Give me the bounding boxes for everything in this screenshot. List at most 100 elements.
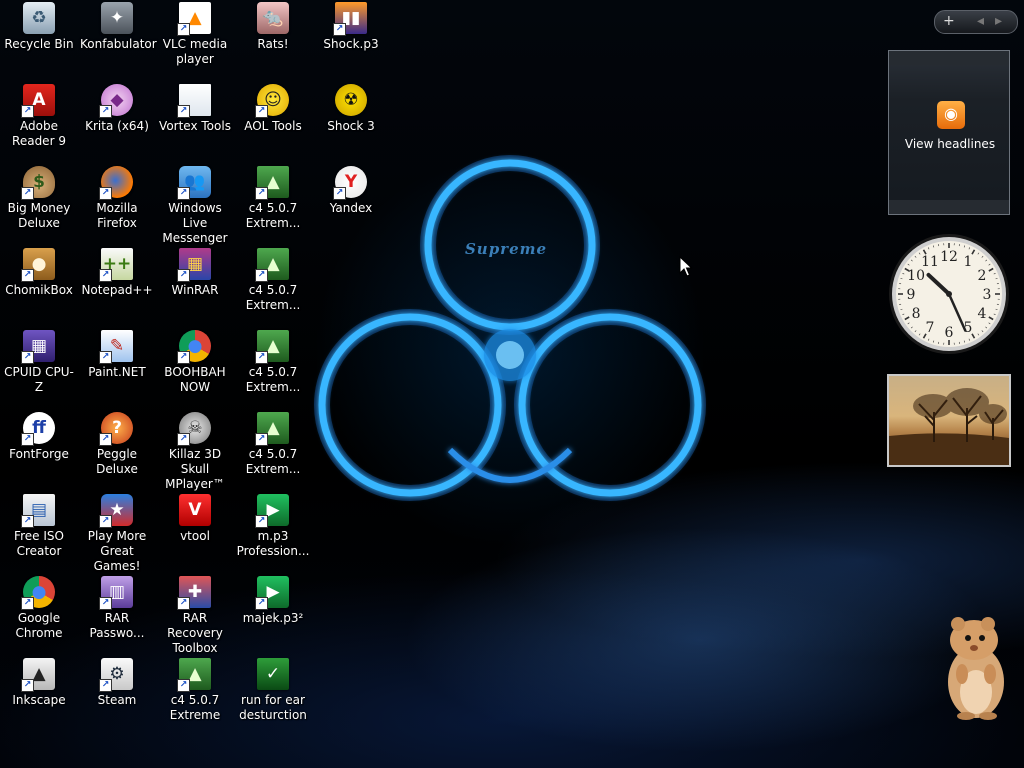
desktop-icon[interactable]: ▥ ↗ RAR Passwo...	[78, 576, 156, 641]
paint-net-icon: ✎ ↗	[99, 330, 133, 364]
desktop-icon[interactable]: ▦ ↗ CPUID CPU-Z	[0, 330, 78, 395]
shortcut-arrow-icon: ↗	[177, 433, 190, 446]
shortcut-arrow-icon: ↗	[177, 597, 190, 610]
desktop-icon[interactable]: ++ ↗ Notepad++	[78, 248, 156, 298]
clock-numeral: 3	[983, 287, 992, 303]
desktop-icon[interactable]: ✓ run for ear desturction	[234, 658, 312, 723]
desktop-icon-label: ChomikBox	[5, 283, 73, 297]
desktop-icon[interactable]: ▤ ↗ Free ISO Creator	[0, 494, 78, 559]
desktop-icon[interactable]: ◆ ↗ Krita (x64)	[78, 84, 156, 134]
desktop-icon-label: Windows Live Messenger	[162, 201, 228, 245]
desktop-icon[interactable]: ▲ ↗ c4 5.0.7 Extreme	[156, 658, 234, 723]
desktop-icon-label: c4 5.0.7 Extrem...	[245, 365, 301, 394]
desktop-icon-label: RAR Passwo...	[89, 611, 145, 640]
shortcut-arrow-icon: ↗	[21, 269, 34, 282]
slideshow-gadget[interactable]	[887, 374, 1011, 467]
feed-headlines-gadget[interactable]: ◉ View headlines	[888, 50, 1010, 215]
desktop-icon-label: Recycle Bin	[4, 37, 74, 51]
desktop-icon-label: WinRAR	[171, 283, 219, 297]
desktop-icon[interactable]: ● ↗ BOOHBAH NOW	[156, 330, 234, 395]
desktop-icon[interactable]: ▲ ↗ c4 5.0.7 Extrem...	[234, 166, 312, 231]
desktop-icon[interactable]: ▲ ↗ c4 5.0.7 Extrem...	[234, 248, 312, 313]
desktop-icon[interactable]: ↗ Mozilla Firefox	[78, 166, 156, 231]
desktop-icon[interactable]: ▲ ↗ Inkscape	[0, 658, 78, 708]
desktop-icon[interactable]: Y ↗ Yandex	[312, 166, 390, 216]
desktop-icon-label: AOL Tools	[244, 119, 302, 133]
desktop-icon[interactable]: ✚ ↗ RAR Recovery Toolbox	[156, 576, 234, 656]
desktop-icon-label: majek.p3²	[242, 611, 304, 625]
shock-p3-icon: ▮▮ ↗	[333, 2, 367, 36]
recycle-bin-icon: ♻	[23, 2, 55, 34]
desktop-icon-label: vtool	[180, 529, 210, 543]
aol-icon: ☺ ↗	[255, 84, 289, 118]
shortcut-arrow-icon: ↗	[21, 351, 34, 364]
next-gadget-page-button[interactable]: ▸	[995, 13, 1002, 29]
clock-numeral: 9	[907, 287, 916, 303]
radiation-icon: ☢	[335, 84, 367, 116]
desktop-icon-label: Killaz 3D Skull MPlayer™	[165, 447, 225, 491]
desktop-icon[interactable]: ⚙ ↗ Steam	[78, 658, 156, 708]
desktop-icon[interactable]: ▮▮ ↗ Shock.p3	[312, 2, 390, 52]
desktop-icon-label: VLC media player	[162, 37, 228, 66]
desktop-icon[interactable]: ☺ ↗ AOL Tools	[234, 84, 312, 134]
desktop-icon[interactable]: ★ ↗ Play More Great Games!	[78, 494, 156, 574]
clock-numeral: 8	[912, 306, 921, 322]
desktop-icon-label: Inkscape	[12, 693, 66, 707]
desktop-icon[interactable]: ✎ ↗ Paint.NET	[78, 330, 156, 380]
desktop-icon[interactable]: ▲ ↗ c4 5.0.7 Extrem...	[234, 330, 312, 395]
desktop-icon[interactable]: ♻ Recycle Bin	[0, 2, 78, 52]
c4-icon: ▲ ↗	[255, 412, 289, 446]
desktop-icon[interactable]: ● ↗ ChomikBox	[0, 248, 78, 298]
desktop-icon[interactable]: ▲ ↗ c4 5.0.7 Extrem...	[234, 412, 312, 477]
desktop-icon[interactable]: ✦ Konfabulator	[78, 2, 157, 52]
desktop-icon[interactable]: ☢ Shock 3	[312, 84, 390, 134]
desktop-icon-label: FontForge	[9, 447, 69, 461]
desktop-icon-label: Mozilla Firefox	[96, 201, 138, 230]
desktop-icon[interactable]: ▶ ↗ m.p3 Profession...	[234, 494, 312, 559]
clock-gadget[interactable]: 12 1234567891011	[887, 232, 1011, 356]
desktop-icon[interactable]: ☠ ↗ Killaz 3D Skull MPlayer™	[156, 412, 234, 492]
desktop-icon[interactable]: ▶ ↗ majek.p3²	[234, 576, 312, 626]
previous-gadget-page-button[interactable]: ◂	[977, 13, 984, 29]
clock-numeral: 2	[977, 268, 986, 284]
c4-icon: ▲ ↗	[255, 248, 289, 282]
add-gadget-button[interactable]: +	[943, 13, 955, 29]
desktop-icon[interactable]: ● ↗ Google Chrome	[0, 576, 78, 641]
desktop-icon[interactable]: ? ↗ Peggle Deluxe	[78, 412, 156, 477]
adobe-reader-icon: A ↗	[21, 84, 55, 118]
desktop-icon-label: Konfabulator	[80, 37, 157, 51]
shortcut-arrow-icon: ↗	[99, 269, 112, 282]
desktop-icon[interactable]: 🐀 Rats!	[234, 2, 312, 52]
desktop-icon-label: Steam	[97, 693, 137, 707]
shortcut-arrow-icon: ↗	[21, 433, 34, 446]
vtool-icon: V	[179, 494, 211, 526]
desktop-icon[interactable]: ↗ Vortex Tools	[156, 84, 234, 134]
money-bag-icon: $ ↗	[21, 166, 55, 200]
hamster-icon[interactable]	[932, 612, 1012, 722]
desktop-icon-label: Big Money Deluxe	[7, 201, 71, 230]
desktop-icon-label: run for ear desturction	[239, 693, 307, 722]
desktop-icon[interactable]: $ ↗ Big Money Deluxe	[0, 166, 78, 231]
shortcut-arrow-icon: ↗	[21, 515, 34, 528]
desktop-icon[interactable]: ▦ ↗ WinRAR	[156, 248, 234, 298]
shortcut-arrow-icon: ↗	[99, 105, 112, 118]
games-icon: ★ ↗	[99, 494, 133, 528]
desktop-icon-label: Google Chrome	[15, 611, 63, 640]
desktop-icon[interactable]: ff ↗ FontForge	[0, 412, 78, 462]
desktop-icon[interactable]: 👥 ↗ Windows Live Messenger	[156, 166, 234, 246]
view-headlines-link[interactable]: View headlines	[889, 137, 1011, 151]
desktop-icon[interactable]: A ↗ Adobe Reader 9	[0, 84, 78, 149]
desktop-icon[interactable]: Vvtool	[156, 494, 234, 544]
clock-numeral: 6	[945, 325, 954, 341]
shortcut-arrow-icon: ↗	[177, 23, 190, 36]
clock-numeral: 12	[940, 249, 958, 265]
desktop-icon[interactable]: ▲ ↗ VLC media player	[156, 2, 234, 67]
chrome-icon: ● ↗	[21, 576, 55, 610]
steam-icon: ⚙ ↗	[99, 658, 133, 692]
shortcut-arrow-icon: ↗	[21, 679, 34, 692]
desktop-icon-label: Yandex	[329, 201, 373, 215]
cpu-z-icon: ▦ ↗	[21, 330, 55, 364]
shortcut-arrow-icon: ↗	[255, 351, 268, 364]
shortcut-arrow-icon: ↗	[99, 679, 112, 692]
chomikbox-icon: ● ↗	[21, 248, 55, 282]
